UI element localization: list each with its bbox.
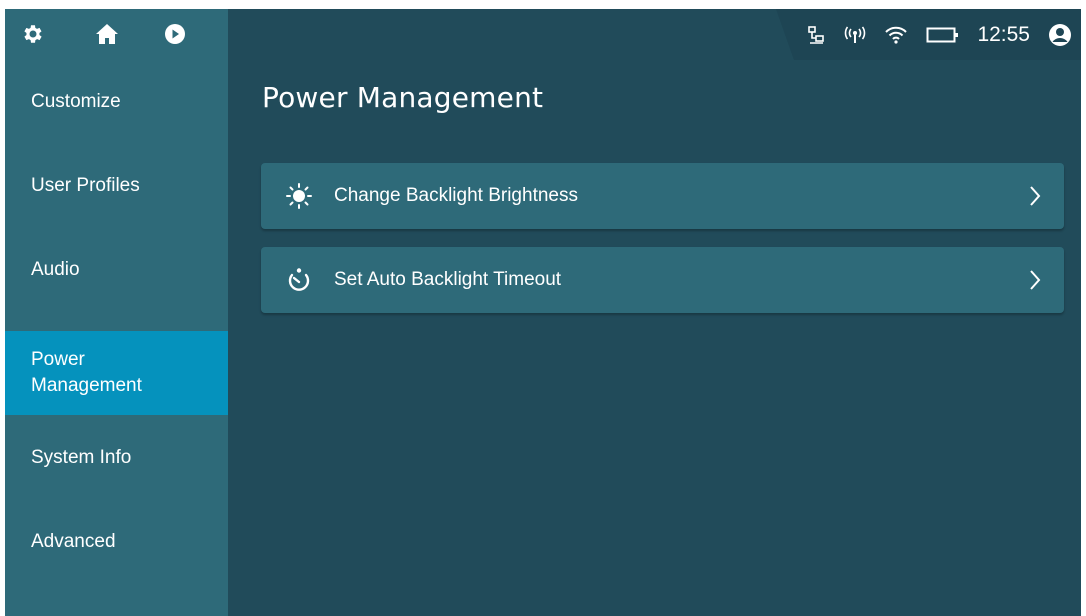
battery-icon [924,24,962,46]
sidebar-item-label: System Info [31,447,132,468]
sidebar-item-label: Advanced [31,531,116,552]
sidebar-item-label: User Profiles [31,175,140,196]
sidebar-item-label: Power Management [31,349,142,396]
gear-icon[interactable] [19,20,47,48]
change-backlight-brightness-option[interactable]: Change Backlight Brightness [261,163,1064,229]
play-circle-icon[interactable] [161,20,189,48]
chevron-right-icon [1030,270,1041,290]
sun-icon [285,182,313,210]
wifi-icon [883,24,909,46]
sidebar-item-label: Customize [31,91,121,112]
sidebar-item-power-management[interactable]: Power Management [5,331,228,415]
sidebar-item-system-info[interactable]: System Info [5,416,228,500]
timer-icon [285,266,313,294]
sidebar-item-user-profiles[interactable]: User Profiles [5,144,228,228]
settings-screen: 12:55 Customize User Profiles Audio Powe… [5,9,1081,616]
top-nav [5,9,228,60]
network-icon [807,24,825,46]
chevron-right-icon [1030,186,1041,206]
top-bar: 12:55 [5,9,1081,60]
antenna-icon [842,24,868,46]
sidebar: Customize User Profiles Audio Power Mana… [5,60,228,616]
option-label: Set Auto Backlight Timeout [334,269,562,290]
sidebar-item-advanced[interactable]: Advanced [5,500,228,584]
set-auto-backlight-timeout-option[interactable]: Set Auto Backlight Timeout [261,247,1064,313]
sidebar-item-label: Audio [31,259,80,280]
user-icon[interactable] [1047,22,1073,48]
status-bar: 12:55 [776,9,1081,60]
page-title: Power Management [262,81,544,114]
clock: 12:55 [977,23,1030,46]
sidebar-item-customize[interactable]: Customize [5,60,228,144]
option-label: Change Backlight Brightness [334,185,578,206]
sidebar-item-audio[interactable]: Audio [5,228,228,312]
home-icon[interactable] [93,20,121,48]
